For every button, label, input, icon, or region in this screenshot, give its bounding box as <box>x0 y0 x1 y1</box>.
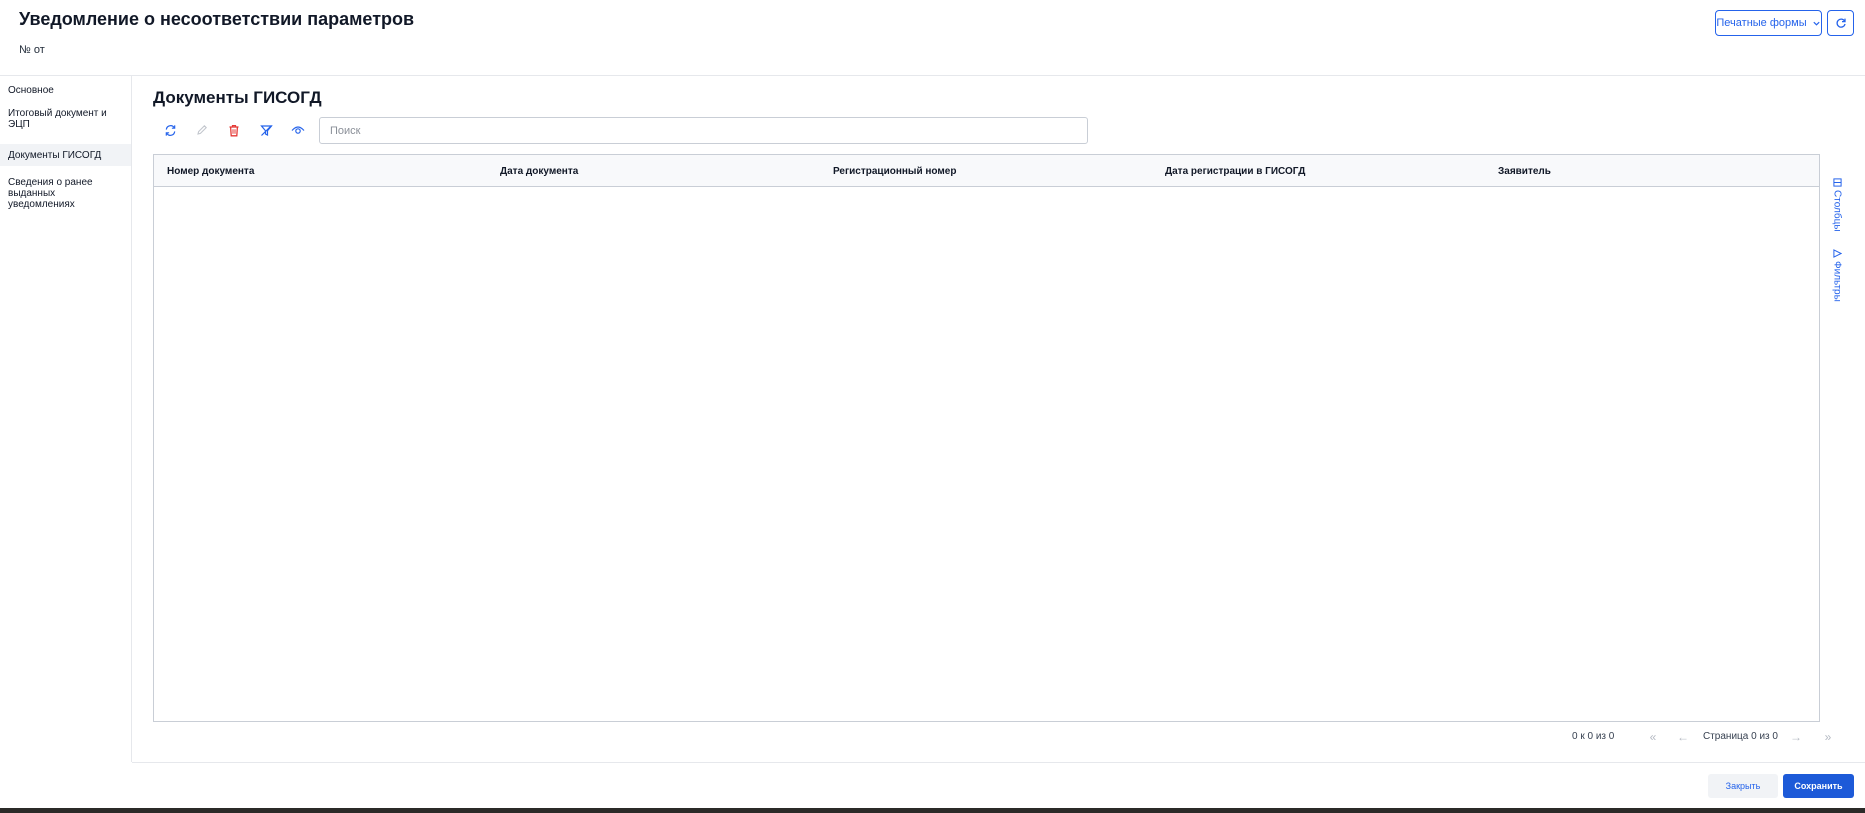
column-header-registration-number[interactable]: Регистрационный номер <box>833 155 956 187</box>
refresh-button[interactable] <box>159 120 181 140</box>
pencil-icon <box>197 125 207 135</box>
page-title: Уведомление о несоответствии параметров <box>19 9 415 29</box>
double-chevron-left-icon: « <box>1649 730 1657 744</box>
sidebar-nav: Основное Итоговый документ и ЭЦП Докумен… <box>0 76 132 762</box>
next-page-button[interactable]: → <box>1787 728 1805 746</box>
reload-button[interactable] <box>1827 10 1854 36</box>
arrow-left-icon: ← <box>1677 730 1689 744</box>
clear-filter-button[interactable] <box>255 120 277 140</box>
print-forms-label: Печатные формы <box>1716 17 1807 29</box>
print-forms-button[interactable]: Печатные формы <box>1715 10 1822 36</box>
view-button[interactable] <box>287 120 309 140</box>
save-button[interactable]: Сохранить <box>1783 774 1854 798</box>
sidebar-item-previous-notices[interactable]: Сведения о ранее выданных уведомлениях <box>0 174 131 212</box>
document-number: № от <box>19 44 45 56</box>
taskbar-strip <box>0 808 1865 813</box>
sidebar-item-final-document[interactable]: Итоговый документ и ЭЦП <box>0 106 131 132</box>
search-input[interactable] <box>319 117 1088 144</box>
pagination-count: 0 к 0 из 0 <box>1572 731 1615 742</box>
filter-icon <box>1832 249 1842 258</box>
pagination-page: Страница 0 из 0 <box>1703 731 1778 742</box>
refresh-icon <box>1835 18 1846 28</box>
chevron-down-icon <box>1812 21 1820 26</box>
filters-tab-label: Фильтры <box>1831 261 1843 302</box>
sidebar-item-gisogd-documents[interactable]: Документы ГИСОГД <box>0 144 131 166</box>
filters-panel-tab[interactable]: Фильтры <box>1826 249 1848 302</box>
double-chevron-right-icon: » <box>1824 730 1832 744</box>
eye-icon <box>291 126 305 134</box>
first-page-button[interactable]: « <box>1644 728 1662 746</box>
columns-panel-tab[interactable]: Столбцы <box>1826 178 1848 232</box>
filter-off-icon <box>259 124 273 136</box>
columns-tab-label: Столбцы <box>1831 190 1843 232</box>
column-header-applicant[interactable]: Заявитель <box>1498 155 1551 187</box>
table-header: Номер документа Дата документа Регистрац… <box>154 155 1819 187</box>
column-header-number[interactable]: Номер документа <box>167 155 254 187</box>
sidebar-item-label: Основное <box>8 84 54 96</box>
edit-button[interactable] <box>191 120 213 140</box>
sidebar-item-label: Документы ГИСОГД <box>8 149 102 161</box>
sidebar-item-label: Сведения о ранее выданных уведомлениях <box>8 176 93 210</box>
previous-page-button[interactable]: ← <box>1674 728 1692 746</box>
arrow-right-icon: → <box>1790 730 1802 744</box>
columns-icon <box>1832 178 1842 187</box>
column-header-registration-date[interactable]: Дата регистрации в ГИСОГД <box>1165 155 1305 187</box>
page-header: Уведомление о несоответствии параметров … <box>0 0 1865 76</box>
trash-icon <box>229 124 239 136</box>
documents-table: Номер документа Дата документа Регистрац… <box>153 154 1820 722</box>
close-button[interactable]: Закрыть <box>1708 774 1778 798</box>
footer-bar <box>132 762 1865 805</box>
column-header-date[interactable]: Дата документа <box>500 155 578 187</box>
sidebar-item-main[interactable]: Основное <box>0 79 131 101</box>
section-title: Документы ГИСОГД <box>153 88 322 107</box>
refresh-icon <box>165 124 175 136</box>
sidebar-item-label: Итоговый документ и ЭЦП <box>8 108 107 130</box>
delete-button[interactable] <box>223 120 245 140</box>
last-page-button[interactable]: » <box>1819 728 1837 746</box>
